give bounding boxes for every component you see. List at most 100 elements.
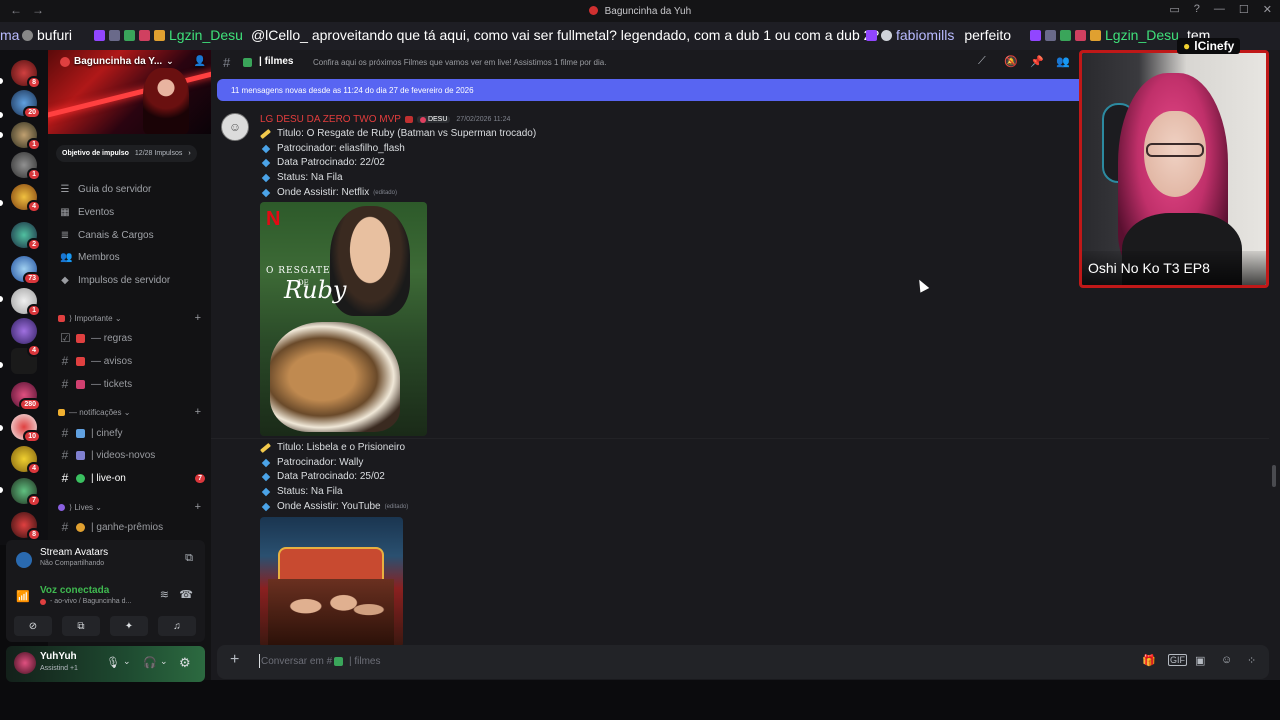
activity-subtitle: Não Compartilhando <box>40 560 105 567</box>
tag-icon <box>419 116 426 123</box>
close-button[interactable]: ✕ <box>1263 3 1272 16</box>
menu-server-boost[interactable]: ◆ Impulsos de servidor <box>60 275 170 286</box>
pin-icon[interactable]: 📌 <box>1030 55 1044 68</box>
mention-count: 8 <box>27 76 41 89</box>
composer-placeholder[interactable]: Conversar em # <box>261 656 332 667</box>
movie-poster-image[interactable]: N O RESGATE DE Ruby <box>260 202 427 436</box>
chevron-down-icon: ⌄ <box>166 56 174 66</box>
member-list-icon[interactable]: 👥 <box>1056 55 1070 68</box>
unread-pill <box>0 296 3 302</box>
boost-goal[interactable]: Objetivo de impulso 12/28 Impulsos › <box>56 145 197 162</box>
menu-channels-roles[interactable]: ≣ Canais & Cargos <box>60 230 154 241</box>
channel-videos-novos[interactable]: # | videos-novos <box>60 448 205 462</box>
server-icon[interactable]: 1 <box>11 288 41 317</box>
server-icon[interactable]: 7 <box>11 478 41 507</box>
chat-message: @lCello_ aproveitando que tá aqui, como … <box>250 27 880 43</box>
movie-title-line: Titulo: Lisbela e o Prisioneiro <box>260 442 405 453</box>
movie-status-line: Status: Na Fila <box>260 486 343 497</box>
voice-channel[interactable]: - ao-vivo / Baguncinha d... <box>50 598 131 605</box>
window-titlebar: ← → Baguncinha da Yuh ▭ ? — ☐ ✕ <box>0 0 1280 22</box>
channel-avisos[interactable]: # — avisos <box>60 354 205 368</box>
message-author[interactable]: LG DESU DA ZERO TWO MVP <box>260 114 401 125</box>
server-icon[interactable]: 4 <box>11 184 41 213</box>
chat-username: Lgzin_Desu <box>169 27 243 43</box>
threads-icon[interactable]: ⟋ <box>978 55 986 68</box>
message-timestamp: 27/02/2026 11:24 <box>456 116 511 123</box>
server-icon[interactable]: 2 <box>11 222 41 251</box>
server-icon[interactable]: 1 <box>11 152 41 181</box>
add-user-icon[interactable]: 👤 <box>194 56 206 67</box>
gift-icon[interactable]: 🎁 <box>1142 654 1156 667</box>
window-title: Baguncinha da Yuh <box>604 5 692 17</box>
poster-dog <box>270 322 400 432</box>
channel-live-on[interactable]: # | live-on 7 <box>60 471 205 485</box>
camera-toggle-button[interactable]: ⊘ <box>14 616 52 636</box>
headphones-icon[interactable]: 🎧 <box>143 656 157 669</box>
mention-count: 1 <box>27 138 41 151</box>
category-notifications[interactable]: — notificações ⌄ <box>58 408 130 417</box>
channel-topic[interactable]: Confira aqui os próximos Filmes que vamo… <box>313 58 606 67</box>
minimize-button[interactable]: — <box>1214 3 1225 16</box>
menu-events[interactable]: ▦ Eventos <box>60 207 114 218</box>
new-messages-text: 11 mensagens novas desde as 11:24 do dia… <box>231 85 474 95</box>
activities-button[interactable]: ✦ <box>110 616 148 636</box>
server-icon[interactable]: 1 <box>11 122 41 151</box>
server-icon[interactable]: 73 <box>11 256 41 285</box>
new-messages-banner[interactable]: 11 mensagens novas desde as 11:24 do dia… <box>217 79 1097 101</box>
server-icon[interactable]: 20 <box>11 90 41 119</box>
server-icon[interactable] <box>11 318 37 344</box>
server-icon[interactable]: 8 <box>11 512 41 541</box>
movie-where: Onde Assistir: Netflix <box>277 187 370 198</box>
chat-scrollbar[interactable] <box>1272 465 1276 487</box>
avatar[interactable]: ☺ <box>221 113 249 141</box>
twitch-badge-icon <box>94 29 105 41</box>
message-composer[interactable]: + Conversar em # | filmes 🎁 GIF ▣ ☺ ⁘ <box>217 645 1269 679</box>
menu-server-guide[interactable]: ☰ Guia do servidor <box>60 184 152 195</box>
attach-plus-icon[interactable]: + <box>230 651 239 669</box>
server-logo-icon <box>60 56 70 67</box>
role-badge-icon <box>404 116 413 123</box>
menu-members[interactable]: 👥 Membros <box>60 252 120 263</box>
mention-count: 1 <box>27 168 41 181</box>
notification-bell-muted-icon[interactable]: 🔕 <box>1004 55 1018 68</box>
channel-regras[interactable]: ☑ — regras <box>60 331 205 345</box>
kick-server-icon[interactable]: 4 <box>11 344 41 374</box>
soundboard-button[interactable]: ♫ <box>158 616 196 636</box>
noise-suppression-icon[interactable]: ≋ <box>160 588 169 601</box>
twitch-badge-icon <box>866 29 877 41</box>
server-icon[interactable]: 8 <box>11 60 41 89</box>
server-icon[interactable]: 4 <box>11 446 41 475</box>
channel-tickets[interactable]: # — tickets <box>60 377 205 391</box>
channel-cinefy[interactable]: # | cinefy <box>60 426 205 440</box>
chevron-down-icon[interactable]: ⌄ <box>123 656 131 667</box>
server-header[interactable]: Baguncinha da Y... ⌄ 👤 <box>60 56 206 67</box>
maximize-button[interactable]: ☐ <box>1239 3 1249 16</box>
help-icon[interactable]: ? <box>1194 3 1200 16</box>
avatar[interactable] <box>14 652 36 674</box>
chevron-down-icon[interactable]: ⌄ <box>160 656 168 667</box>
microphone-icon[interactable]: 🎙 <box>106 656 120 669</box>
medal-icon <box>76 522 85 532</box>
disconnect-icon[interactable]: ☎ <box>179 588 193 601</box>
sticker-icon[interactable]: ▣ <box>1195 654 1205 667</box>
category-important[interactable]: ⟩ Importante ⌄ <box>58 314 122 323</box>
screen-share-icon[interactable]: ⧉ <box>185 552 193 565</box>
server-icon[interactable]: 10 <box>11 414 41 443</box>
share-screen-button[interactable]: ⧉ <box>62 616 100 636</box>
emoji-icon[interactable]: ☺ <box>1221 654 1232 666</box>
settings-gear-icon[interactable]: ⚙ <box>179 655 191 671</box>
movie-sponsor-line: Patrocinador: Wally <box>260 457 363 468</box>
chat-username: bufuri <box>37 27 73 43</box>
gif-icon[interactable]: GIF <box>1168 654 1187 666</box>
voice-status[interactable]: Voz conectada <box>40 585 109 596</box>
server-tag[interactable]: DESU <box>416 116 451 123</box>
add-channel-icon[interactable]: + <box>195 406 201 418</box>
channel-ganhe-premios[interactable]: # | ganhe-prêmios <box>60 520 205 534</box>
add-channel-icon[interactable]: + <box>195 501 201 513</box>
category-lives[interactable]: ⟩ Lives ⌄ <box>58 503 102 512</box>
movie-poster-image[interactable] <box>260 517 403 647</box>
server-icon[interactable]: 280 <box>11 382 41 411</box>
apps-icon[interactable]: ⁘ <box>1247 654 1256 667</box>
add-channel-icon[interactable]: + <box>195 312 201 324</box>
inbox-icon[interactable]: ▭ <box>1169 3 1179 16</box>
